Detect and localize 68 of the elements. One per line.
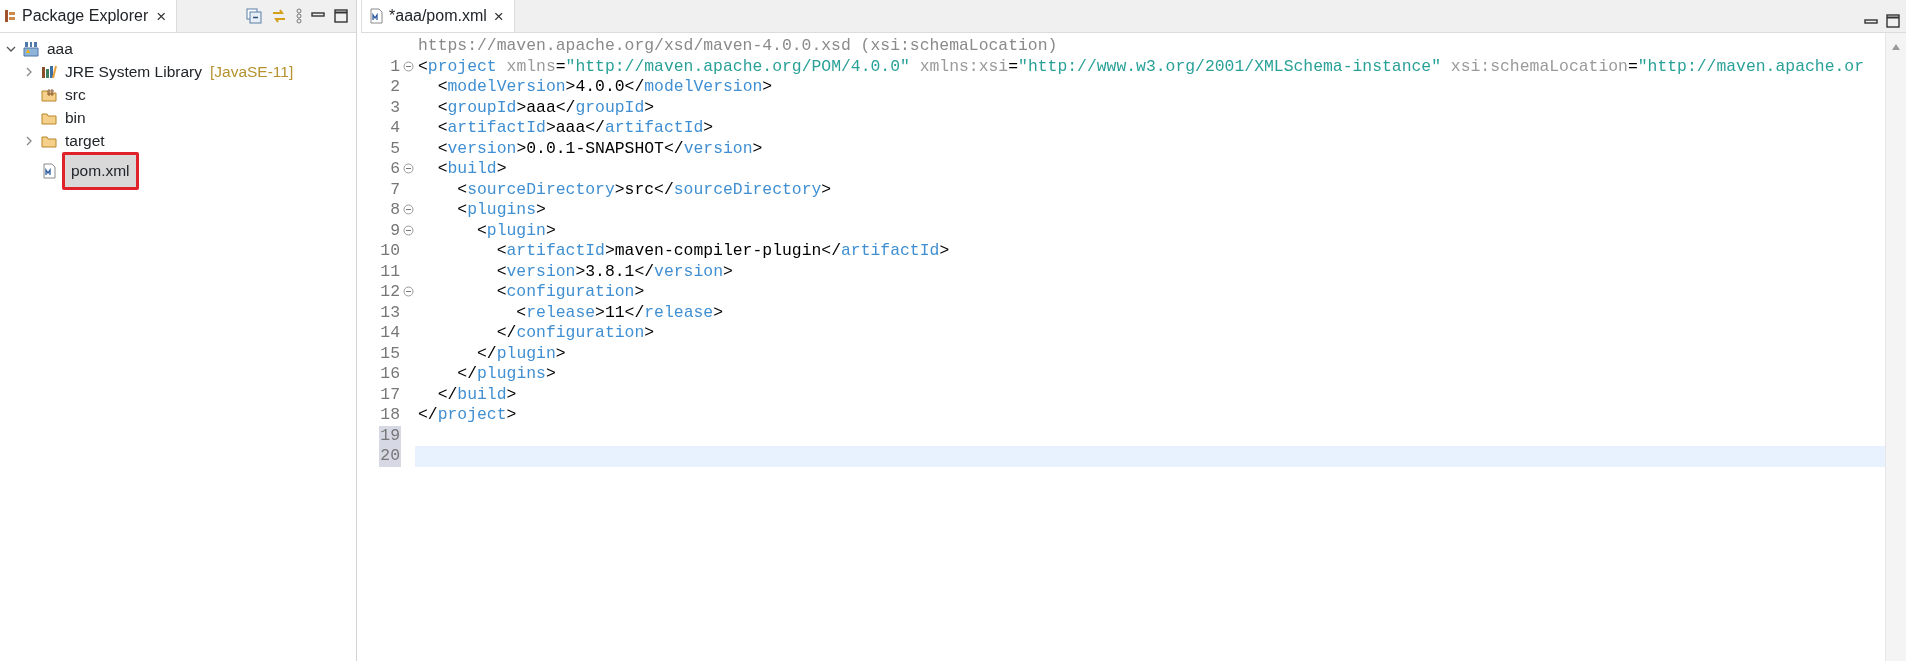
code-line: <release>11</release> xyxy=(515,302,724,323)
code-line: <build> xyxy=(436,159,508,180)
line-number: 1 xyxy=(389,56,401,77)
code-line: <artifactId>maven-compiler-plugin</artifactId> xyxy=(495,241,951,262)
code-line: <groupId>aaa</groupId> xyxy=(436,97,656,118)
hover-hint: https://maven.apache.org/xsd/maven-4.0.0.xsd (xsi:schemaLocation) xyxy=(417,36,1059,57)
view-menu-icon[interactable] xyxy=(296,8,302,24)
package-explorer-tab[interactable]: Package Explorer × xyxy=(0,0,178,32)
fold-toggle-icon[interactable] xyxy=(403,224,414,236)
fold-toggle-icon[interactable] xyxy=(403,286,414,298)
line-number: 6 xyxy=(389,159,401,180)
line-number: 10 xyxy=(379,241,401,262)
project-folder-icon xyxy=(23,40,39,57)
line-number: 17 xyxy=(379,384,401,405)
vertical-scrollbar[interactable] xyxy=(1885,33,1906,661)
library-version: [JavaSE-11] xyxy=(209,61,294,82)
line-number: 20 xyxy=(379,446,401,467)
code-line: </plugin> xyxy=(476,343,567,364)
tree-item[interactable]: bin xyxy=(62,105,89,130)
line-number: 15 xyxy=(379,343,401,364)
line-number: 5 xyxy=(389,138,401,159)
code-line: <sourceDirectory>src</sourceDirectory> xyxy=(456,179,833,200)
line-number: 3 xyxy=(389,97,401,118)
tree-item[interactable]: src xyxy=(62,82,89,107)
line-number: 11 xyxy=(379,261,401,282)
file-icon xyxy=(41,163,57,179)
line-number: 12 xyxy=(379,282,401,303)
line-number: 2 xyxy=(389,77,401,98)
tree-item[interactable]: pom.xml xyxy=(62,152,139,190)
code-line: <configuration> xyxy=(495,282,646,303)
fold-toggle-icon[interactable] xyxy=(403,204,414,216)
line-number: 19 xyxy=(379,425,401,446)
maximize-icon[interactable] xyxy=(334,9,348,23)
editor-tab[interactable]: *aaa/pom.xml × xyxy=(361,0,515,32)
tree-item[interactable]: target xyxy=(62,128,108,153)
package-folder-icon xyxy=(41,86,57,103)
code-line: </build> xyxy=(436,384,518,405)
close-button[interactable]: × xyxy=(154,7,169,25)
fold-toggle-icon[interactable] xyxy=(403,163,414,175)
tree-item[interactable]: aaa xyxy=(44,36,76,61)
code-line: <project xmlns="http://maven.apache.org/POM/4.0.0" xmlns:xsi="http://www.w3.org/2001/XMLSchema-instance" xsi:schemaLocation="http://maven.apache.or xyxy=(417,56,1865,77)
scroll-up-arrow-icon[interactable] xyxy=(1891,43,1901,51)
panel-title: Package Explorer xyxy=(22,6,149,26)
code-line: </project> xyxy=(417,405,518,426)
line-number: 7 xyxy=(389,179,401,200)
line-number: 16 xyxy=(379,364,401,385)
line-number: 18 xyxy=(379,405,401,426)
code-line: <modelVersion>4.0.0</modelVersion> xyxy=(436,77,774,98)
close-button[interactable]: × xyxy=(491,7,506,25)
code-line: </configuration> xyxy=(495,323,656,344)
line-number: 4 xyxy=(389,118,401,139)
books-icon xyxy=(41,63,57,80)
code-line: </plugins> xyxy=(456,364,557,385)
file-icon xyxy=(368,8,384,24)
code-line: <version>0.0.1-SNAPSHOT</version> xyxy=(436,138,764,159)
line-number: 9 xyxy=(389,220,401,241)
line-number: 8 xyxy=(389,200,401,221)
code-line: <artifactId>aaa</artifactId> xyxy=(436,118,715,139)
code-line: <plugin> xyxy=(476,220,557,241)
package-explorer-icon xyxy=(4,9,16,23)
line-number: 13 xyxy=(379,302,401,323)
line-number: 14 xyxy=(379,323,401,344)
collapse-all-icon[interactable] xyxy=(246,8,262,24)
tree-item[interactable]: JRE System Library xyxy=(62,59,205,84)
code-line: <version>3.8.1</version> xyxy=(495,261,734,282)
maximize-icon[interactable] xyxy=(1886,14,1900,28)
code-line: <plugins> xyxy=(456,200,547,221)
fold-toggle-icon[interactable] xyxy=(403,60,414,72)
